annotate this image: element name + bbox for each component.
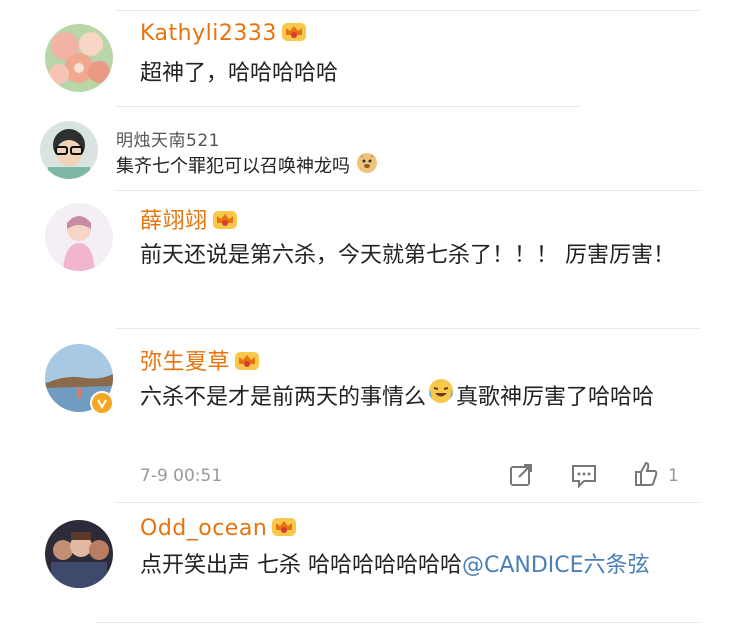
laughing-crying-emoji-icon [428,378,454,418]
comment-text: 点开笑出声 七杀 哈哈哈哈哈哈哈@CANDICE六条弦 [140,553,650,578]
like-icon [632,460,660,492]
comment-text: 前天还说是第六杀，今天就第七杀了！！！ 厉害厉害！ [140,243,675,268]
divider [115,106,580,107]
comment-icon [570,465,598,492]
comment-text: 集齐七个罪犯可以召唤神龙吗 [116,152,378,182]
avatar[interactable] [45,520,113,588]
comment-button[interactable] [570,462,598,492]
crown-badge-icon [281,20,307,48]
divider [115,190,700,191]
share-icon [508,464,534,492]
username[interactable]: 薛翊翊 [140,203,238,236]
comment-text: 六杀不是才是前两天的事情么 真歌神厉害了哈哈哈 [140,378,680,418]
mention-link[interactable]: @CANDICE六条弦 [462,553,650,578]
like-count: 1 [668,466,679,486]
verified-badge-icon [90,391,114,415]
crown-badge-icon [234,349,260,377]
avatar[interactable] [45,203,113,271]
username[interactable]: Odd_ocean [140,515,297,543]
divider [115,502,700,503]
crown-badge-icon [271,515,297,543]
share-button[interactable] [508,462,534,492]
divider [95,622,700,623]
username[interactable]: 明烛天南521 [116,126,220,151]
crown-badge-icon [212,208,238,236]
divider-top [115,10,700,11]
avatar[interactable] [40,121,98,179]
doge-emoji-icon [356,152,378,182]
username[interactable]: 弥生夏草 [140,344,260,377]
comment-text: 超神了，哈哈哈哈哈 [140,61,339,86]
timestamp: 7-9 00:51 [140,466,223,486]
like-button[interactable]: 1 [632,460,679,492]
username[interactable]: Kathyli2333 [140,20,307,48]
avatar[interactable] [45,24,113,92]
divider [115,328,700,329]
